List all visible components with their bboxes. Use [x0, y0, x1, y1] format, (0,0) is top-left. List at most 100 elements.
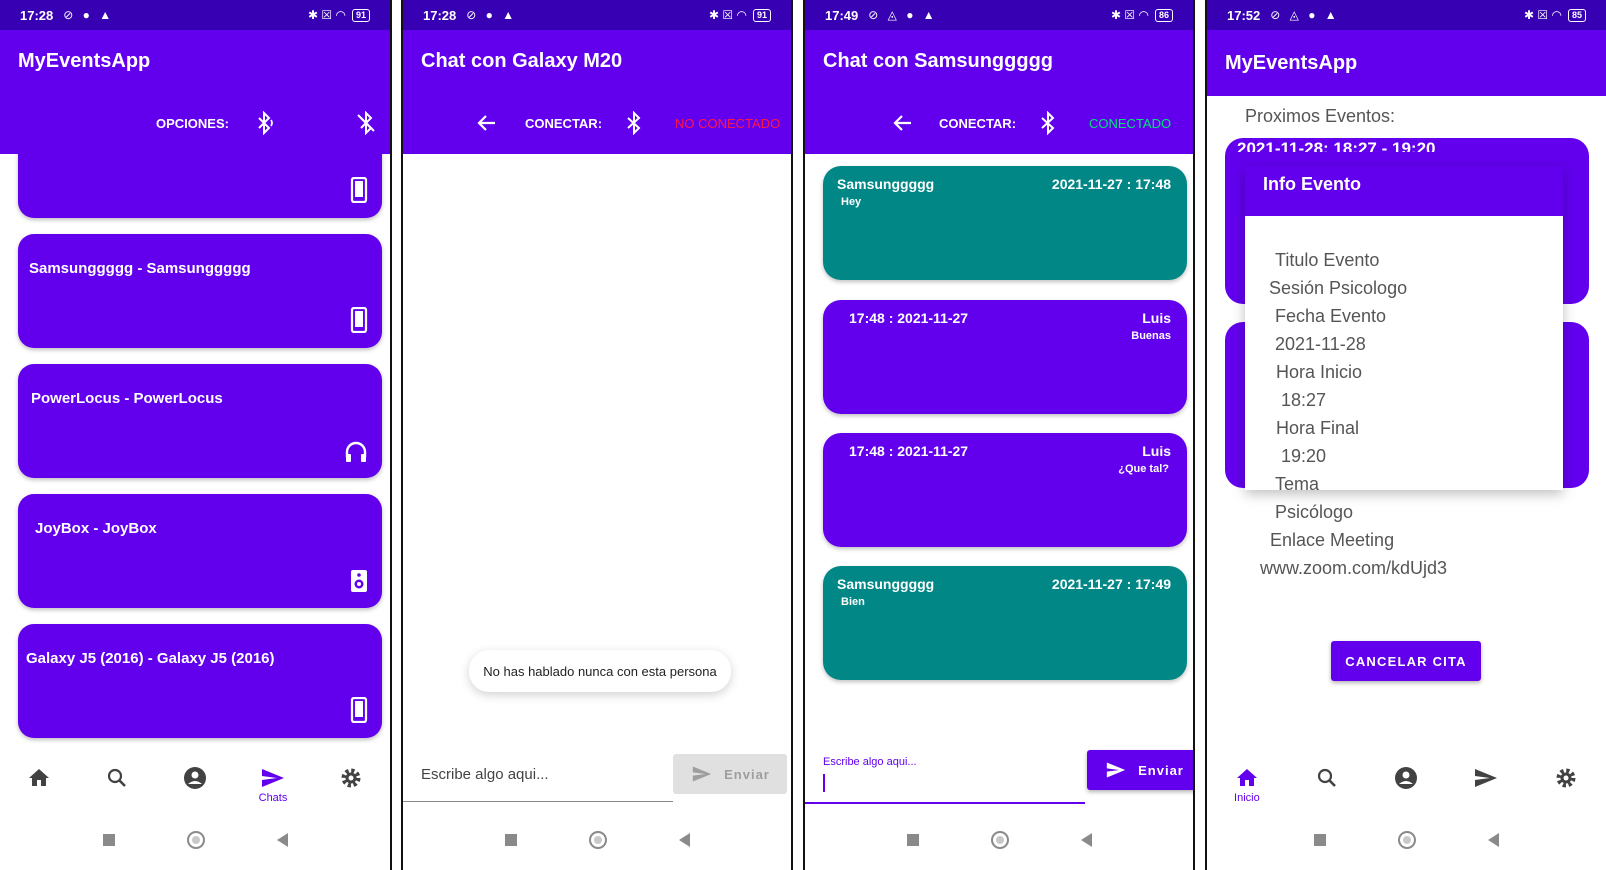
- message-sender: Samsunggggg: [837, 576, 935, 592]
- home-button-icon[interactable]: [588, 831, 607, 849]
- message-timestamp: 2021-11-27 : 17:48: [1051, 176, 1171, 192]
- events-screen: 17:52 ⊘ ◬ ● ▲ ✱ ☒ ◠ 85 MyEventsApp Proxi…: [1205, 0, 1606, 870]
- nav-home[interactable]: [9, 766, 69, 790]
- system-navigation: [1207, 810, 1606, 870]
- connection-row: CONECTAR: CONECTADO: [805, 106, 1193, 140]
- field-label: Hora Final: [1276, 418, 1360, 438]
- status-time: 17:52: [1227, 7, 1261, 23]
- status-bar: 17:52 ⊘ ◬ ● ▲ ✱ ☒ ◠ 85: [1207, 0, 1606, 30]
- device-card[interactable]: [18, 154, 382, 218]
- device-name: JoyBox - JoyBox: [35, 520, 157, 537]
- chat-title: Chat con Samsunggggg: [823, 50, 1053, 72]
- nav-chats[interactable]: [1456, 766, 1516, 790]
- recents-icon[interactable]: [102, 834, 115, 846]
- options-row: OPCIONES:: [0, 106, 390, 140]
- system-navigation: [805, 810, 1193, 870]
- active-chat-screen: 17:49 ⊘ ◬ ● ▲ ✱ ☒ ◠ 86 Chat con Samsungg…: [803, 0, 1195, 870]
- bluetooth-searching-icon[interactable]: [252, 111, 276, 135]
- device-card[interactable]: PowerLocus - PowerLocus: [18, 364, 382, 478]
- bottom-navigation: Inicio: [1207, 750, 1606, 810]
- home-button-icon[interactable]: [186, 831, 205, 849]
- notification-icons: ⊘ ◬ ● ▲: [1270, 8, 1340, 22]
- device-name: PowerLocus - PowerLocus: [31, 390, 223, 407]
- nav-profile[interactable]: [1376, 766, 1436, 790]
- device-card[interactable]: Samsunggggg - Samsunggggg: [18, 234, 382, 348]
- smartphone-icon: [350, 306, 368, 338]
- message-timestamp: 2021-11-27 : 17:49: [1051, 576, 1171, 592]
- device-name: Samsunggggg - Samsunggggg: [29, 260, 251, 277]
- bluetooth-disabled-icon[interactable]: [354, 111, 378, 135]
- bluetooth-icon[interactable]: [623, 111, 645, 135]
- nav-search[interactable]: [1297, 766, 1357, 790]
- chat-message: Samsunggggg 2021-11-27 : 17:48 Hey: [823, 166, 1187, 280]
- field-label: Enlace Meeting: [1270, 530, 1395, 550]
- upcoming-events-label: Proximos Eventos:: [1245, 106, 1396, 126]
- device-list: Samsunggggg - Samsunggggg PowerLocus - P…: [0, 154, 390, 758]
- home-button-icon[interactable]: [990, 831, 1009, 849]
- recents-icon[interactable]: [906, 834, 919, 846]
- dialog-title: Info Evento: [1245, 166, 1563, 216]
- device-card[interactable]: Galaxy J5 (2016) - Galaxy J5 (2016): [18, 624, 382, 738]
- nav-home[interactable]: Inicio: [1217, 766, 1277, 804]
- message-input-row: Escribe algo aqui... Enviar: [805, 742, 1193, 804]
- back-icon[interactable]: [276, 833, 288, 847]
- nav-settings[interactable]: [1536, 766, 1596, 790]
- bottom-navigation: Chats: [0, 750, 390, 810]
- message-text: Buenas: [1131, 330, 1171, 342]
- notification-icons: ⊘ ◬ ● ▲: [868, 8, 938, 22]
- search-icon: [1317, 768, 1336, 787]
- account-circle-icon: [184, 767, 206, 789]
- back-arrow-icon[interactable]: [475, 111, 499, 135]
- device-name: Galaxy J5 (2016) - Galaxy J5 (2016): [26, 650, 275, 667]
- app-title: MyEventsApp: [1225, 52, 1358, 74]
- nav-search[interactable]: [87, 766, 147, 790]
- field-value: 19:20: [1281, 446, 1327, 466]
- battery-indicator: 85: [1567, 8, 1586, 22]
- field-value: 18:27: [1281, 390, 1327, 410]
- message-timestamp: 17:48 : 2021-11-27: [849, 443, 969, 459]
- message-sender: Luis: [1142, 443, 1171, 459]
- send-icon: [262, 769, 284, 787]
- back-arrow-icon[interactable]: [891, 111, 915, 135]
- system-navigation: [403, 810, 791, 870]
- field-label: Hora Inicio: [1276, 362, 1363, 382]
- message-text: Bien: [841, 596, 865, 608]
- status-bar: 17:28 ⊘ ● ▲ ✱ ☒ ◠ 91: [403, 0, 791, 30]
- send-button[interactable]: Enviar: [1087, 750, 1193, 790]
- text-cursor: [823, 774, 825, 792]
- send-button[interactable]: Enviar: [673, 754, 787, 794]
- notification-icons: ⊘ ● ▲: [466, 8, 518, 22]
- send-icon: [1475, 769, 1498, 787]
- status-time: 17:49: [825, 7, 859, 23]
- status-bar: 17:28 ⊘ ● ▲ ✱ ☒ ◠ 91: [0, 0, 390, 30]
- message-input[interactable]: Escribe algo aqui...: [403, 742, 673, 802]
- home-button-icon[interactable]: [1398, 831, 1416, 849]
- nav-settings[interactable]: [321, 766, 381, 790]
- cancel-appointment-button[interactable]: CANCELAR CITA: [1331, 641, 1481, 681]
- nav-profile[interactable]: [165, 766, 225, 790]
- status-right-icons: ✱ ☒ ◠ 86: [1111, 8, 1173, 22]
- back-icon[interactable]: [678, 833, 690, 847]
- headphones-icon: [344, 441, 368, 468]
- connect-label: CONECTAR:: [939, 115, 1017, 131]
- field-value: www.zoom.com/kdUjd3: [1260, 558, 1448, 578]
- back-icon[interactable]: [1488, 833, 1499, 847]
- speaker-icon: [350, 569, 368, 598]
- recents-icon[interactable]: [504, 834, 517, 846]
- options-label: OPCIONES:: [156, 115, 229, 131]
- message-input[interactable]: Escribe algo aqui...: [805, 742, 1085, 804]
- gear-icon: [1556, 768, 1576, 788]
- send-icon: [692, 766, 712, 782]
- message-input-row: Escribe algo aqui... Enviar: [403, 742, 791, 802]
- device-list-screen: 17:28 ⊘ ● ▲ ✱ ☒ ◠ 91 MyEventsApp OPCIONE…: [0, 0, 392, 870]
- connection-row: CONECTAR: NO CONECTADO: [403, 106, 791, 140]
- back-icon[interactable]: [1080, 833, 1092, 847]
- message-placeholder: Escribe algo aqui...: [421, 766, 549, 783]
- status-right-icons: ✱ ☒ ◠ 91: [709, 8, 771, 22]
- device-card[interactable]: JoyBox - JoyBox: [18, 494, 382, 608]
- recents-icon[interactable]: [1314, 834, 1326, 846]
- field-value: Sesión Psicologo: [1269, 278, 1408, 298]
- nav-chats[interactable]: Chats: [243, 766, 303, 804]
- chat-title: Chat con Galaxy M20: [421, 50, 623, 72]
- bluetooth-icon[interactable]: [1037, 111, 1059, 135]
